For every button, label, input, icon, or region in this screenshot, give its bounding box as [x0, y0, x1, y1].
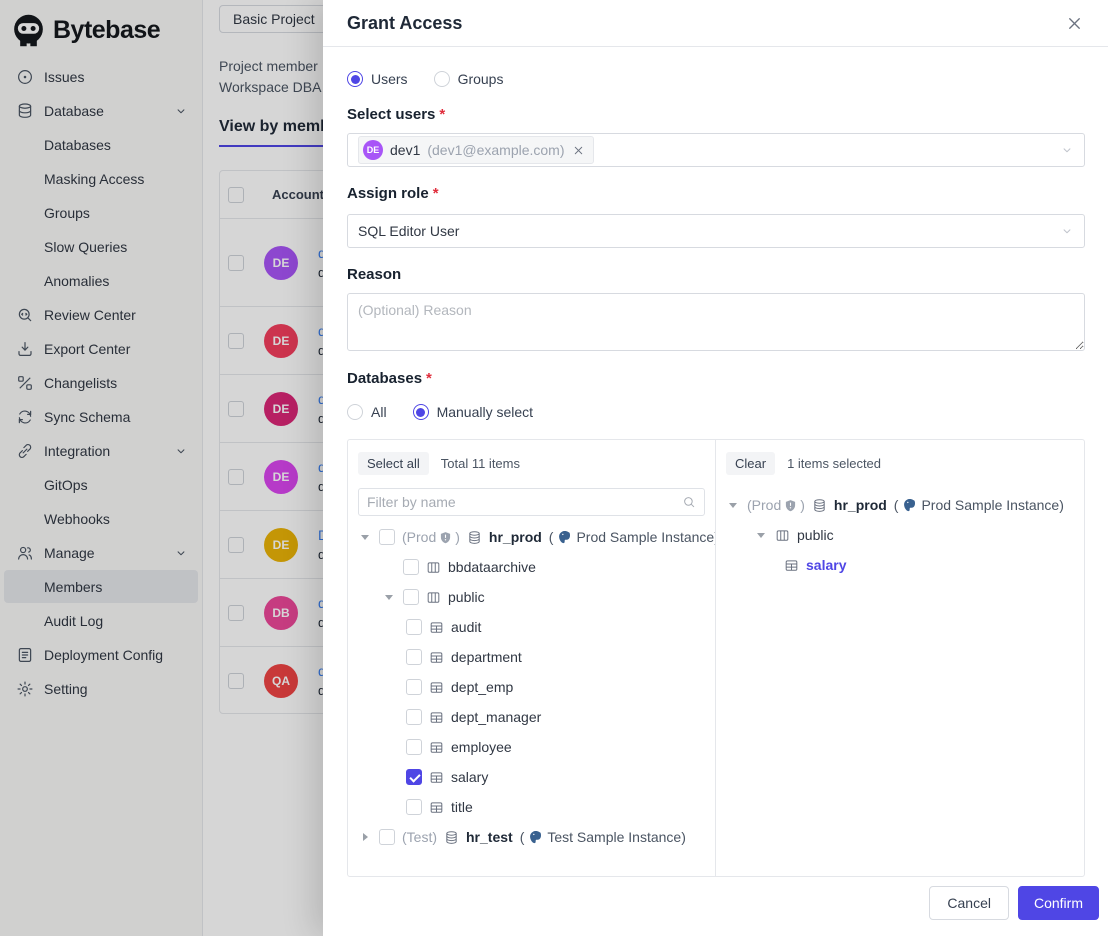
- caret-right-icon[interactable]: [358, 830, 372, 844]
- assign-role-value: SQL Editor User: [358, 223, 459, 239]
- user-tag: DE dev1 (dev1@example.com): [358, 136, 594, 164]
- radio-users-control[interactable]: [347, 71, 363, 87]
- table-icon: [429, 770, 444, 785]
- caret-down-icon[interactable]: [726, 498, 740, 512]
- checkbox[interactable]: [406, 679, 422, 695]
- table-icon: [429, 710, 444, 725]
- caret-down-icon[interactable]: [754, 528, 768, 542]
- database-icon: [467, 530, 482, 545]
- tree-node-dept-manager[interactable]: dept_manager: [358, 702, 715, 732]
- close-button[interactable]: [1065, 14, 1084, 33]
- picker-selected-pane: Clear 1 items selected (Prod) hr_prod (P…: [716, 440, 1084, 876]
- confirm-button[interactable]: Confirm: [1018, 886, 1099, 920]
- assign-role-select[interactable]: SQL Editor User: [347, 214, 1085, 248]
- remove-user-tag-button[interactable]: [572, 144, 585, 157]
- checkbox[interactable]: [406, 649, 422, 665]
- filter-input[interactable]: [367, 494, 676, 510]
- modal-body: Users Groups Select users* DE dev1 (dev1…: [323, 47, 1108, 877]
- radio-all-databases[interactable]: All: [347, 404, 387, 420]
- schema-icon: [775, 528, 790, 543]
- chevron-down-icon: [1060, 224, 1074, 238]
- radio-groups[interactable]: Groups: [434, 71, 504, 87]
- databases-radio-group: All Manually select: [347, 401, 1085, 423]
- radio-manual-control[interactable]: [413, 404, 429, 420]
- clear-button[interactable]: Clear: [726, 452, 775, 475]
- shield-icon: [784, 499, 797, 512]
- caret-spacer: [382, 560, 396, 574]
- schema-icon: [426, 560, 441, 575]
- postgres-icon: [902, 498, 917, 513]
- reason-label: Reason: [347, 266, 1085, 283]
- checkbox-checked[interactable]: [406, 769, 422, 785]
- modal-footer: Cancel Confirm: [323, 877, 1108, 936]
- tree-node-dept-emp[interactable]: dept_emp: [358, 672, 715, 702]
- table-icon: [429, 740, 444, 755]
- tree-node-salary[interactable]: salary: [358, 762, 715, 792]
- filter-input-wrap[interactable]: [358, 488, 705, 516]
- picker-source-pane: Select all Total 11 items (Prod) hr_prod…: [348, 440, 716, 876]
- checkbox[interactable]: [406, 709, 422, 725]
- x-icon: [572, 144, 585, 157]
- total-items-label: Total 11 items: [441, 456, 520, 471]
- caret-down-icon[interactable]: [358, 530, 372, 544]
- checkbox[interactable]: [406, 799, 422, 815]
- tree-node-hr-test[interactable]: (Test) hr_test (Test Sample Instance): [358, 822, 715, 852]
- database-icon: [812, 498, 827, 513]
- schema-icon: [426, 590, 441, 605]
- scope-radio-group: Users Groups: [347, 68, 1085, 90]
- table-icon: [429, 650, 444, 665]
- selected-count-label: 1 items selected: [787, 456, 881, 471]
- chevron-down-icon: [1060, 143, 1074, 157]
- databases-label: Databases*: [347, 370, 1085, 387]
- modal-header: Grant Access: [323, 0, 1108, 47]
- tree-node-title[interactable]: title: [358, 792, 715, 822]
- radio-groups-control[interactable]: [434, 71, 450, 87]
- postgres-icon: [557, 530, 572, 545]
- reason-textarea[interactable]: [347, 293, 1085, 351]
- selected-node-hr-prod[interactable]: (Prod) hr_prod (Prod Sample Instance): [726, 490, 1084, 520]
- caret-down-icon[interactable]: [382, 590, 396, 604]
- assign-role-label: Assign role*: [347, 185, 1085, 202]
- cancel-button[interactable]: Cancel: [929, 886, 1009, 920]
- shield-icon: [439, 531, 452, 544]
- select-all-button[interactable]: Select all: [358, 452, 429, 475]
- checkbox[interactable]: [406, 739, 422, 755]
- database-icon: [444, 830, 459, 845]
- checkbox[interactable]: [406, 619, 422, 635]
- table-icon: [429, 620, 444, 635]
- checkbox[interactable]: [379, 529, 395, 545]
- search-icon: [682, 495, 696, 509]
- tree-node-hr-prod[interactable]: (Prod) hr_prod (Prod Sample Instance): [358, 522, 715, 552]
- modal-title: Grant Access: [347, 13, 462, 34]
- tree-node-public[interactable]: public: [358, 582, 715, 612]
- radio-all-control[interactable]: [347, 404, 363, 420]
- tree-node-bbdataarchive[interactable]: bbdataarchive: [358, 552, 715, 582]
- table-icon: [429, 680, 444, 695]
- app-root: Bytebase Issues Database Databases Maski…: [0, 0, 1108, 936]
- grant-access-modal: Grant Access Users Groups Select users* …: [323, 0, 1108, 936]
- checkbox[interactable]: [403, 559, 419, 575]
- user-tag-avatar: DE: [363, 140, 383, 160]
- tree-node-audit[interactable]: audit: [358, 612, 715, 642]
- tree-node-department[interactable]: department: [358, 642, 715, 672]
- postgres-icon: [528, 830, 543, 845]
- database-tree-picker: Select all Total 11 items (Prod) hr_prod…: [347, 439, 1085, 877]
- radio-users[interactable]: Users: [347, 71, 408, 87]
- selected-node-public[interactable]: public: [726, 520, 1084, 550]
- tree-node-employee[interactable]: employee: [358, 732, 715, 762]
- checkbox[interactable]: [403, 589, 419, 605]
- checkbox[interactable]: [379, 829, 395, 845]
- table-icon: [784, 558, 799, 573]
- radio-manually-select[interactable]: Manually select: [413, 404, 534, 420]
- table-icon: [429, 800, 444, 815]
- select-users-input[interactable]: DE dev1 (dev1@example.com): [347, 133, 1085, 167]
- select-users-label: Select users*: [347, 106, 1085, 123]
- close-icon: [1065, 14, 1084, 33]
- selected-node-salary[interactable]: salary: [726, 550, 1084, 580]
